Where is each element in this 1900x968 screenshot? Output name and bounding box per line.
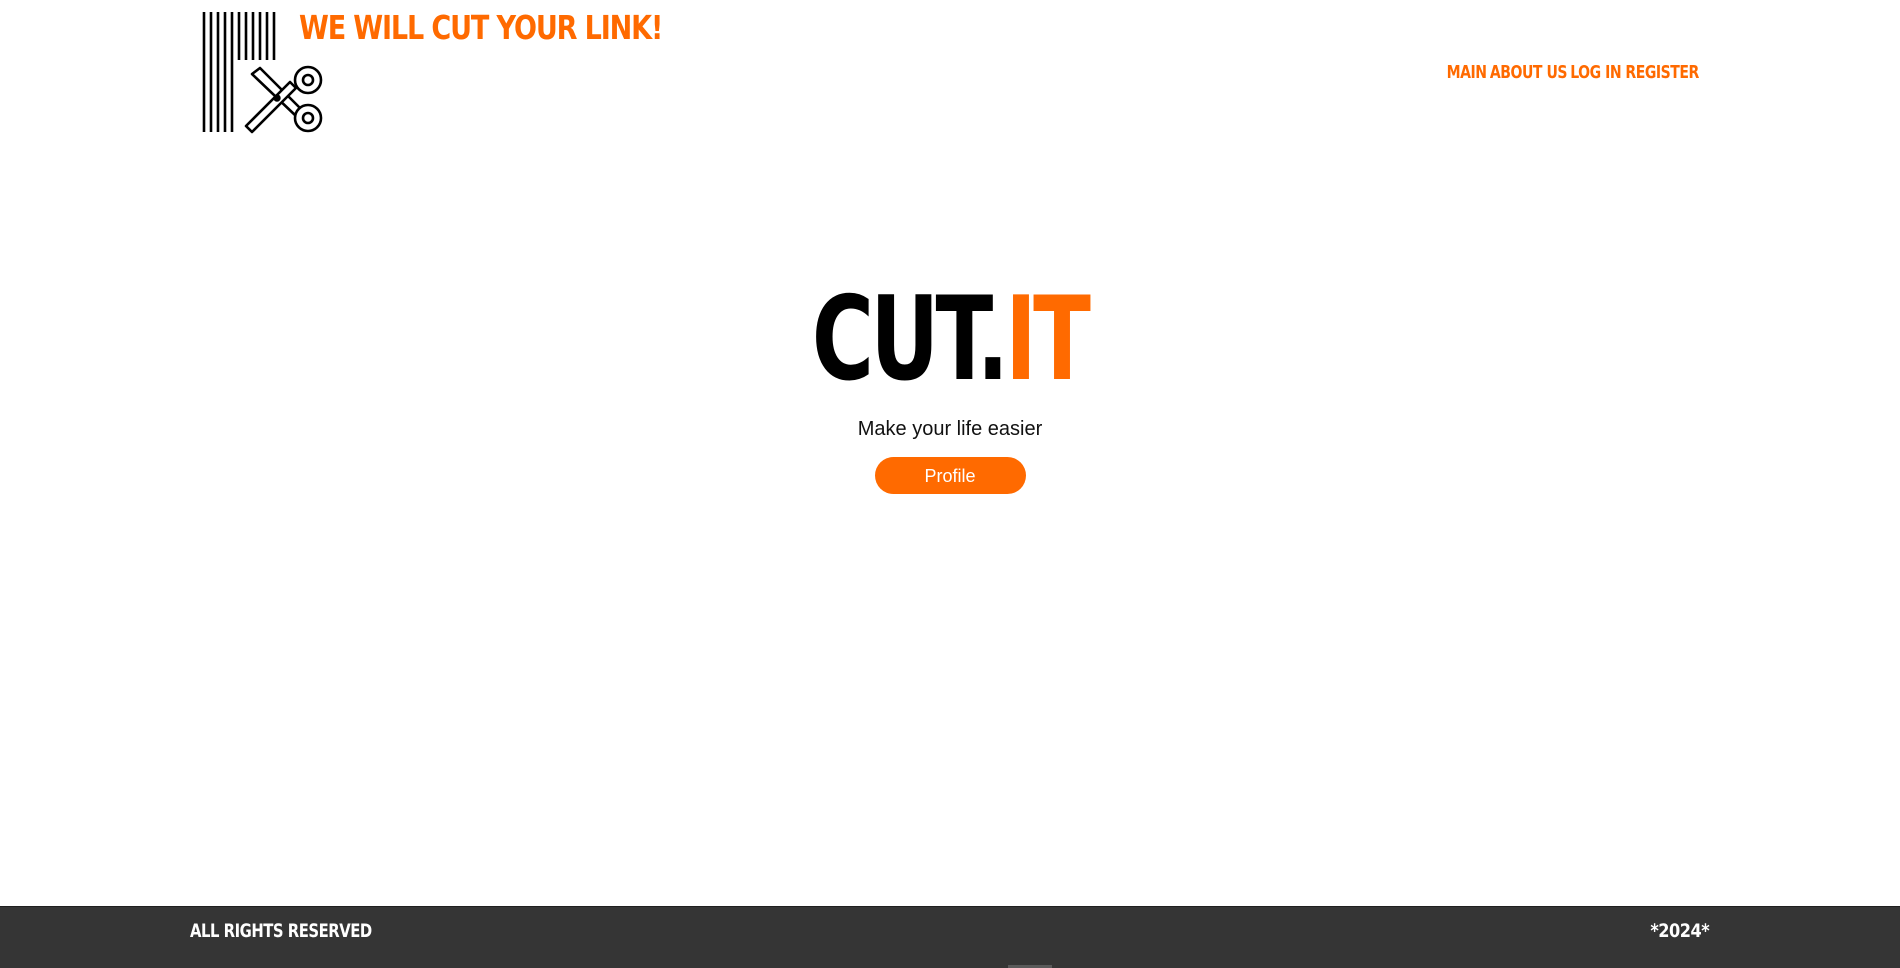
footer-year: *2024* <box>1650 920 1709 942</box>
brand-title: CUT.IT <box>812 280 1091 400</box>
site-header: WE WILL CUT YOUR LINK! MAIN ABOUT US LOG… <box>0 0 1900 140</box>
page: WE WILL CUT YOUR LINK! MAIN ABOUT US LOG… <box>0 0 1900 968</box>
nav-register[interactable]: REGISTER <box>1625 62 1699 83</box>
brand-title-main: CUT. <box>812 272 1009 407</box>
site-footer: ALL RIGHTS RESERVED *2024* <box>0 906 1900 968</box>
main-nav: MAIN ABOUT US LOG IN REGISTER <box>1441 62 1709 83</box>
brand-title-accent: IT <box>1005 272 1092 407</box>
nav-about-us[interactable]: ABOUT US <box>1489 62 1567 83</box>
nav-log-in[interactable]: LOG IN <box>1571 62 1622 83</box>
profile-button[interactable]: Profile <box>874 457 1026 494</box>
tagline: WE WILL CUT YOUR LINK! <box>299 8 663 47</box>
footer-copyright: ALL RIGHTS RESERVED <box>190 920 372 942</box>
hero-section: CUT.IT Make your life easier Profile <box>0 280 1900 494</box>
hero-subtitle: Make your life easier <box>857 418 1043 440</box>
nav-main[interactable]: MAIN <box>1447 62 1487 83</box>
